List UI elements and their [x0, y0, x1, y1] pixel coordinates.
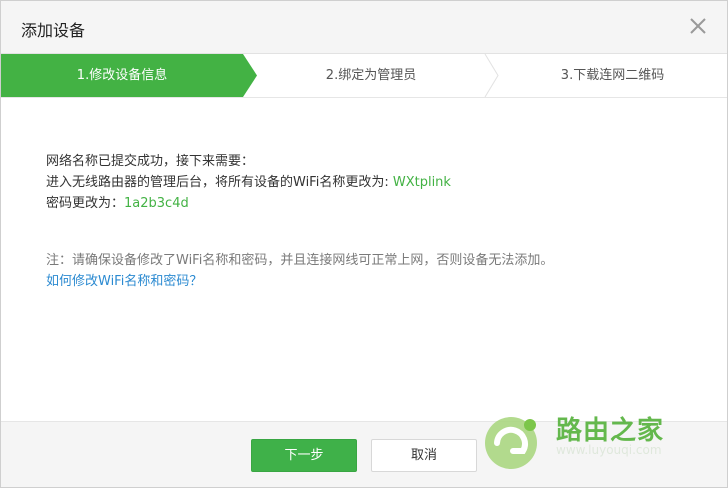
close-icon[interactable] — [687, 15, 709, 37]
dialog-title: 添加设备 — [21, 21, 86, 40]
note-section: 注：请确保设备修改了WiFi名称和密码，并且连接网线可正常上网，否则设备无法添加… — [46, 250, 706, 292]
watermark-brand: 路由之家 — [556, 416, 665, 446]
wifi-name-value: WXtplink — [392, 175, 451, 190]
watermark: 路由之家 www.luyouqi.com — [483, 405, 723, 485]
step-2-label: 2.绑定为管理员 — [325, 68, 417, 83]
dialog-titlebar: 添加设备 — [1, 1, 727, 54]
instruction-line-2-text: 进入无线路由器的管理后台，将所有设备的WiFi名称更改为: — [46, 175, 393, 190]
instruction-line-3-text: 密码更改为： — [46, 196, 125, 211]
password-value: 1a2b3c4d — [124, 196, 189, 211]
step-1-label: 1.修改设备信息 — [76, 68, 168, 83]
instruction-line-1: 网络名称已提交成功，接下来需要： — [46, 154, 255, 169]
step-progress: 1.修改设备信息 2.绑定为管理员 3.下载连网二维码 — [1, 54, 727, 98]
note-text: 注：请确保设备修改了WiFi名称和密码，并且连接网线可正常上网，否则设备无法添加… — [46, 253, 554, 268]
watermark-url: www.luyouqi.com — [556, 443, 662, 457]
instructions: 网络名称已提交成功，接下来需要： 进入无线路由器的管理后台，将所有设备的WiFi… — [46, 151, 686, 214]
step-3-label: 3.下载连网二维码 — [560, 68, 665, 83]
next-step-button[interactable]: 下一步 — [251, 439, 357, 472]
instruction-line-3: 密码更改为：1a2b3c4d — [46, 193, 686, 214]
how-to-modify-wifi-link[interactable]: 如何修改WiFi名称和密码？ — [46, 271, 706, 292]
add-device-dialog: 添加设备 1.修改设备信息 2.绑定为管理员 3.下载连网二维码 网络名称已提交… — [0, 0, 728, 488]
instruction-line-2: 进入无线路由器的管理后台，将所有设备的WiFi名称更改为: WXtplink — [46, 172, 686, 193]
step-divider — [484, 54, 499, 97]
watermark-logo-icon — [485, 417, 537, 469]
cancel-button[interactable]: 取消 — [371, 439, 477, 472]
